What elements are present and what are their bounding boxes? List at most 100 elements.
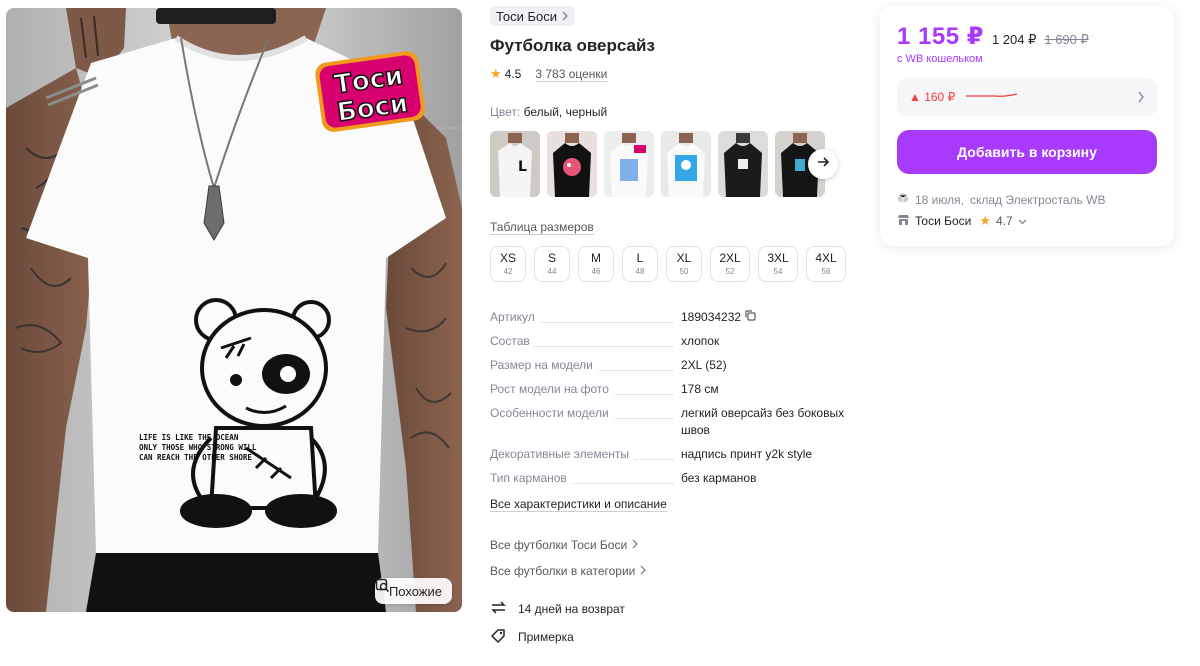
size-ru: 52	[725, 267, 735, 276]
size-option-s[interactable]: S 44	[534, 246, 570, 282]
box-icon	[897, 192, 909, 207]
size-option-4xl[interactable]: 4XL 56	[806, 246, 846, 282]
color-label: Цвет:	[490, 105, 521, 119]
thumbnails-next-button[interactable]	[808, 149, 838, 179]
thumb-black-back[interactable]	[718, 131, 768, 197]
spec-row-composition: Состав хлопок	[490, 333, 860, 350]
product-specs: Артикул 189034232 Состав хлопок Размер н…	[490, 309, 860, 494]
size-ru: 48	[635, 267, 645, 276]
size-label: M	[591, 251, 601, 265]
star-icon: ★	[979, 213, 992, 228]
spec-value: без карманов	[681, 471, 757, 486]
shop-icon	[897, 214, 910, 229]
print-text-line-2: ONLY THOSE WHO STRONG WILL	[139, 443, 257, 452]
copy-icon[interactable]	[745, 309, 756, 326]
brand-link[interactable]: Тоси Боси	[490, 6, 576, 26]
spec-key: Размер на модели	[490, 358, 597, 373]
spec-key: Артикул	[490, 310, 539, 324]
price-change: ▲ 160 ₽	[909, 90, 956, 104]
size-label: 4XL	[815, 251, 837, 265]
size-option-xl[interactable]: XL 50	[666, 246, 702, 282]
size-option-3xl[interactable]: 3XL 54	[758, 246, 798, 282]
tag-icon	[490, 628, 507, 646]
brand-tshirts-link[interactable]: Все футболки Тоси Боси	[490, 538, 639, 552]
size-option-xs[interactable]: XS 42	[490, 246, 526, 282]
size-label: 3XL	[767, 251, 789, 265]
brand-tshirts-label: Все футболки Тоси Боси	[490, 538, 628, 552]
size-selector: XS 42 S 44 M 46 L 48 XL 50 2XL 52 3XL 54 4XL 56	[490, 246, 846, 282]
spec-value: легкий оверсайз без боковых швов	[681, 406, 845, 438]
size-label: XL	[676, 251, 692, 265]
spec-key: Особенности модели	[490, 406, 613, 421]
return-arrows-icon	[490, 600, 507, 618]
size-label: L	[636, 251, 644, 265]
product-photo-illustration: LIFE IS LIKE THE OCEAN ONLY THOSE WHO ST…	[6, 8, 462, 612]
size-table-link[interactable]: Таблица размеров	[490, 220, 594, 234]
chevron-right-icon	[631, 538, 639, 552]
category-tshirts-label: Все футболки в категории	[490, 564, 636, 578]
product-main-image[interactable]: LIFE IS LIKE THE OCEAN ONLY THOSE WHO ST…	[6, 8, 462, 612]
spec-key: Декоративные элементы	[490, 447, 633, 462]
color-thumbnails: L	[490, 131, 825, 197]
spec-row-model-features: Особенности модели легкий оверсайз без б…	[490, 405, 860, 439]
price-row: 1 155 ₽ 1 204 ₽ 1 690 ₽	[897, 22, 1089, 51]
add-to-cart-button[interactable]: Добавить в корзину	[897, 130, 1157, 174]
buy-card: 1 155 ₽ 1 204 ₽ 1 690 ₽ с WB кошельком ▲…	[880, 6, 1174, 246]
print-text-line-3: CAN REACH THE OTHER SHORE	[139, 453, 252, 462]
thumb-black-bear[interactable]	[547, 131, 597, 197]
spec-value: хлопок	[681, 334, 720, 349]
spec-key: Тип карманов	[490, 471, 571, 486]
spec-value: надпись принт y2k style	[681, 447, 813, 462]
size-label: 2XL	[719, 251, 741, 265]
try-on-label: Примерка	[518, 630, 574, 644]
size-ru: 46	[591, 267, 601, 276]
return-policy: 14 дней на возврат	[490, 600, 625, 618]
svg-text:L: L	[518, 159, 527, 175]
size-option-2xl[interactable]: 2XL 52	[710, 246, 750, 282]
delivery-warehouse: склад Электросталь WB	[969, 192, 1106, 207]
spec-key: Рост модели на фото	[490, 382, 613, 397]
wallet-note: с WB кошельком	[897, 53, 983, 65]
size-ru: 56	[821, 267, 831, 276]
spec-value: 178 см	[681, 382, 719, 397]
spec-row-pockets: Тип карманов без карманов	[490, 470, 860, 487]
spec-row-article: Артикул 189034232	[490, 309, 860, 326]
spec-value: 189034232	[681, 310, 742, 324]
price-without-wallet: 1 204 ₽	[991, 32, 1037, 47]
arrow-right-icon	[816, 155, 830, 174]
size-label: S	[547, 251, 556, 265]
brand-name: Тоси Боси	[496, 8, 558, 24]
seller-info[interactable]: Тоси Боси ★ 4.7	[897, 213, 1027, 229]
thumb-white-l[interactable]: L	[490, 131, 540, 197]
delivery-info: 18 июля, склад Электросталь WB	[897, 192, 1105, 207]
return-policy-label: 14 дней на возврат	[518, 602, 625, 616]
size-ru: 42	[503, 267, 513, 276]
thumb-white-tosi[interactable]	[604, 131, 654, 197]
price-sparkline	[965, 88, 1019, 106]
spec-row-model-height: Рост модели на фото 178 см	[490, 381, 860, 398]
product-rating: ★ 4.5 3 783 оценки	[490, 66, 607, 82]
delivery-date: 18 июля,	[915, 192, 964, 207]
color-value: белый, черный	[523, 105, 608, 119]
spec-row-model-size: Размер на модели 2XL (52)	[490, 357, 860, 374]
category-tshirts-link[interactable]: Все футболки в категории	[490, 564, 647, 578]
thumb-white-blue-print[interactable]	[661, 131, 711, 197]
size-option-l[interactable]: L 48	[622, 246, 658, 282]
rating-value: 4.5	[504, 67, 522, 81]
similar-button[interactable]: Похожие	[374, 578, 452, 604]
chevron-right-icon	[561, 9, 569, 24]
reviews-link[interactable]: 3 783 оценки	[535, 67, 607, 81]
size-ru: 50	[679, 267, 689, 276]
size-ru: 44	[547, 267, 557, 276]
print-text-line-1: LIFE IS LIKE THE OCEAN	[139, 433, 239, 442]
all-characteristics-link[interactable]: Все характеристики и описание	[490, 497, 667, 511]
star-icon: ★	[490, 66, 502, 81]
price-old: 1 690 ₽	[1044, 32, 1089, 47]
price-history-button[interactable]: ▲ 160 ₽	[897, 78, 1157, 116]
chevron-down-icon	[1018, 214, 1027, 228]
size-option-m[interactable]: M 46	[578, 246, 614, 282]
similar-label: Похожие	[388, 583, 442, 599]
color-info: Цвет: белый, черный	[490, 105, 607, 119]
try-on: Примерка	[490, 628, 574, 646]
spec-key: Состав	[490, 334, 534, 349]
